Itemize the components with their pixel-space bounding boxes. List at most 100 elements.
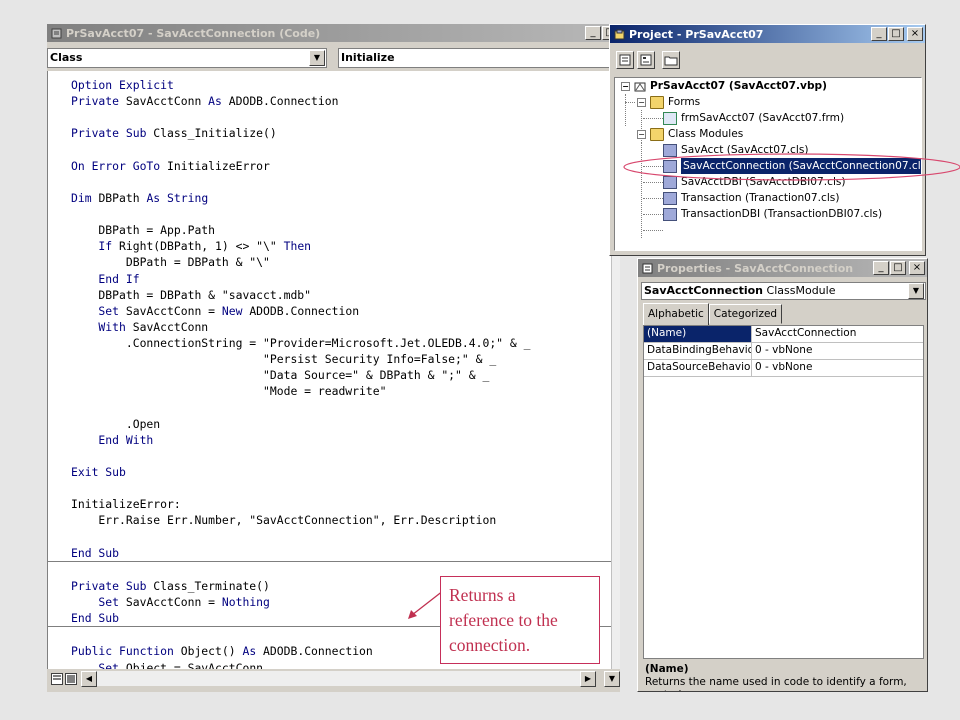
code-text: Err.Raise Err.Number, "SavAcctConnection… bbox=[71, 513, 497, 528]
procedure-view-icon[interactable] bbox=[51, 672, 63, 685]
project-maximize-button[interactable]: □ bbox=[888, 27, 904, 41]
code-text: .Open bbox=[71, 416, 161, 431]
code-line[interactable]: Dim DBPath As String bbox=[48, 190, 611, 206]
code-line[interactable] bbox=[48, 448, 611, 464]
code-line[interactable]: "Mode = readwrite" bbox=[48, 383, 611, 399]
tree-class-item[interactable]: Transaction (Tranaction07.cls) bbox=[663, 190, 839, 206]
horizontal-scrollbar[interactable] bbox=[97, 671, 580, 686]
project-close-button[interactable]: × bbox=[907, 27, 923, 41]
tree-form-item[interactable]: frmSavAcct07 (SavAcct07.frm) bbox=[663, 110, 844, 126]
tree-class-label: SavAcctDBI (SavAcctDBI07.cls) bbox=[681, 176, 846, 188]
code-line[interactable] bbox=[48, 109, 611, 125]
collapse-icon[interactable]: − bbox=[621, 81, 630, 91]
tree-project-root[interactable]: − PrSavAcct07 (SavAcct07.vbp) bbox=[621, 78, 827, 94]
code-keyword: As bbox=[242, 644, 264, 659]
code-line[interactable]: End With bbox=[48, 432, 611, 448]
properties-window-title: Properties - SavAcctConnection bbox=[657, 261, 854, 275]
code-keyword: Set bbox=[71, 595, 126, 609]
scroll-down-arrow[interactable]: ▼ bbox=[604, 670, 620, 687]
code-line[interactable] bbox=[48, 174, 611, 190]
tree-class-label: SavAcctConnection (SavAcctConnection07.c… bbox=[681, 158, 921, 174]
properties-maximize-button[interactable]: □ bbox=[890, 261, 906, 275]
code-line[interactable]: Set SavAcctConn = New ADODB.Connection bbox=[48, 303, 611, 319]
property-description-title: (Name) bbox=[645, 663, 689, 675]
view-object-button[interactable] bbox=[637, 51, 655, 69]
project-minimize-button[interactable]: _ bbox=[871, 27, 887, 41]
tree-forms-label: Forms bbox=[668, 96, 701, 108]
property-row[interactable]: DataSourceBehavior 0 - vbNone bbox=[644, 360, 923, 377]
property-value[interactable]: 0 - vbNone bbox=[752, 360, 923, 376]
property-value[interactable]: SavAcctConnection bbox=[752, 326, 923, 342]
code-keyword: End Sub bbox=[71, 545, 120, 560]
tree-class-item-selected[interactable]: SavAcctConnection (SavAcctConnection07.c… bbox=[663, 158, 921, 174]
object-combo[interactable]: Class ▼ bbox=[47, 48, 327, 68]
code-line[interactable]: With SavAcctConn bbox=[48, 319, 611, 335]
class-module-icon bbox=[663, 207, 677, 221]
procedure-combo[interactable]: Initialize bbox=[338, 48, 620, 68]
code-keyword: Dim bbox=[71, 190, 99, 205]
code-text: Class_Initialize() bbox=[153, 126, 277, 141]
code-line[interactable]: Exit Sub bbox=[48, 464, 611, 480]
properties-icon bbox=[642, 263, 653, 273]
code-text: "Data Source=" & DBPath & ";" & _ bbox=[71, 368, 490, 383]
code-line[interactable]: DBPath = App.Path bbox=[48, 222, 611, 238]
property-value[interactable]: 0 - vbNone bbox=[752, 343, 923, 359]
tab-alphabetic[interactable]: Alphabetic bbox=[643, 303, 709, 325]
code-text: InitializeError bbox=[167, 158, 270, 173]
code-line[interactable]: DBPath = DBPath & "\" bbox=[48, 254, 611, 270]
properties-window: Properties - SavAcctConnection _ □ × Sav… bbox=[637, 258, 928, 692]
tree-forms-folder[interactable]: − Forms bbox=[637, 94, 700, 110]
code-minimize-button[interactable]: _ bbox=[585, 26, 601, 40]
code-line[interactable]: DBPath = DBPath & "savacct.mdb" bbox=[48, 287, 611, 303]
tree-class-label: TransactionDBI (TransactionDBI07.cls) bbox=[681, 208, 883, 220]
code-line[interactable] bbox=[48, 400, 611, 416]
code-line[interactable]: .Open bbox=[48, 416, 611, 432]
code-line[interactable]: End Sub bbox=[48, 545, 611, 561]
code-line[interactable]: On Error GoTo InitializeError bbox=[48, 158, 611, 174]
code-line[interactable]: Private Sub Class_Initialize() bbox=[48, 125, 611, 141]
code-text: SavAcctConn = bbox=[125, 303, 222, 318]
collapse-icon[interactable]: − bbox=[637, 97, 646, 107]
property-description-text: Returns the name used in code to identif… bbox=[645, 676, 907, 691]
full-module-view-icon[interactable] bbox=[65, 672, 77, 685]
tree-class-item[interactable]: SavAcctDBI (SavAcctDBI07.cls) bbox=[663, 174, 846, 190]
property-row[interactable]: (Name) SavAcctConnection bbox=[644, 326, 923, 343]
toggle-folders-button[interactable] bbox=[662, 51, 680, 69]
code-window-titlebar[interactable]: PrSavAcct07 - SavAcctConnection (Code) bbox=[47, 24, 620, 42]
code-line[interactable] bbox=[48, 206, 611, 222]
code-line[interactable]: Private SavAcctConn As ADODB.Connection bbox=[48, 93, 611, 109]
chevron-down-icon[interactable]: ▼ bbox=[309, 50, 325, 66]
code-line[interactable] bbox=[48, 529, 611, 545]
view-code-button[interactable] bbox=[616, 51, 634, 69]
code-line[interactable]: Err.Raise Err.Number, "SavAcctConnection… bbox=[48, 512, 611, 528]
properties-close-button[interactable]: × bbox=[909, 261, 925, 275]
code-line[interactable]: "Persist Security Info=False;" & _ bbox=[48, 351, 611, 367]
code-line[interactable]: "Data Source=" & DBPath & ";" & _ bbox=[48, 367, 611, 383]
code-text: DBPath = DBPath & "savacct.mdb" bbox=[71, 287, 312, 302]
scroll-right-arrow[interactable]: ▶ bbox=[580, 670, 596, 687]
code-line[interactable] bbox=[48, 142, 611, 158]
tab-categorized[interactable]: Categorized bbox=[708, 304, 783, 324]
collapse-icon[interactable]: − bbox=[637, 129, 646, 139]
folder-icon bbox=[664, 56, 678, 66]
code-line[interactable]: End If bbox=[48, 271, 611, 287]
code-line[interactable]: Option Explicit bbox=[48, 77, 611, 93]
procedure-combo-value: Initialize bbox=[341, 51, 395, 64]
tree-class-modules-folder[interactable]: − Class Modules bbox=[637, 126, 743, 142]
scroll-left-arrow[interactable]: ◀ bbox=[81, 670, 97, 687]
tree-class-item[interactable]: SavAcct (SavAcct07.cls) bbox=[663, 142, 808, 158]
properties-minimize-button[interactable]: _ bbox=[873, 261, 889, 275]
code-line[interactable]: InitializeError: bbox=[48, 496, 611, 512]
code-line[interactable]: If Right(DBPath, 1) <> "\" Then bbox=[48, 238, 611, 254]
code-text: ADODB.Connection bbox=[249, 303, 360, 318]
properties-grid: (Name) SavAcctConnection DataBindingBeha… bbox=[643, 325, 924, 659]
properties-object-combo[interactable]: SavAcctConnection ClassModule ▼ bbox=[641, 282, 926, 300]
property-row[interactable]: DataBindingBehavior 0 - vbNone bbox=[644, 343, 923, 360]
vb-project-icon bbox=[634, 82, 646, 91]
code-line[interactable]: .ConnectionString = "Provider=Microsoft.… bbox=[48, 335, 611, 351]
code-line[interactable] bbox=[48, 480, 611, 496]
code-keyword: New bbox=[221, 303, 250, 318]
chevron-down-icon[interactable]: ▼ bbox=[908, 283, 924, 299]
property-name: DataBindingBehavior bbox=[644, 343, 752, 359]
tree-class-item[interactable]: TransactionDBI (TransactionDBI07.cls) bbox=[663, 206, 882, 222]
